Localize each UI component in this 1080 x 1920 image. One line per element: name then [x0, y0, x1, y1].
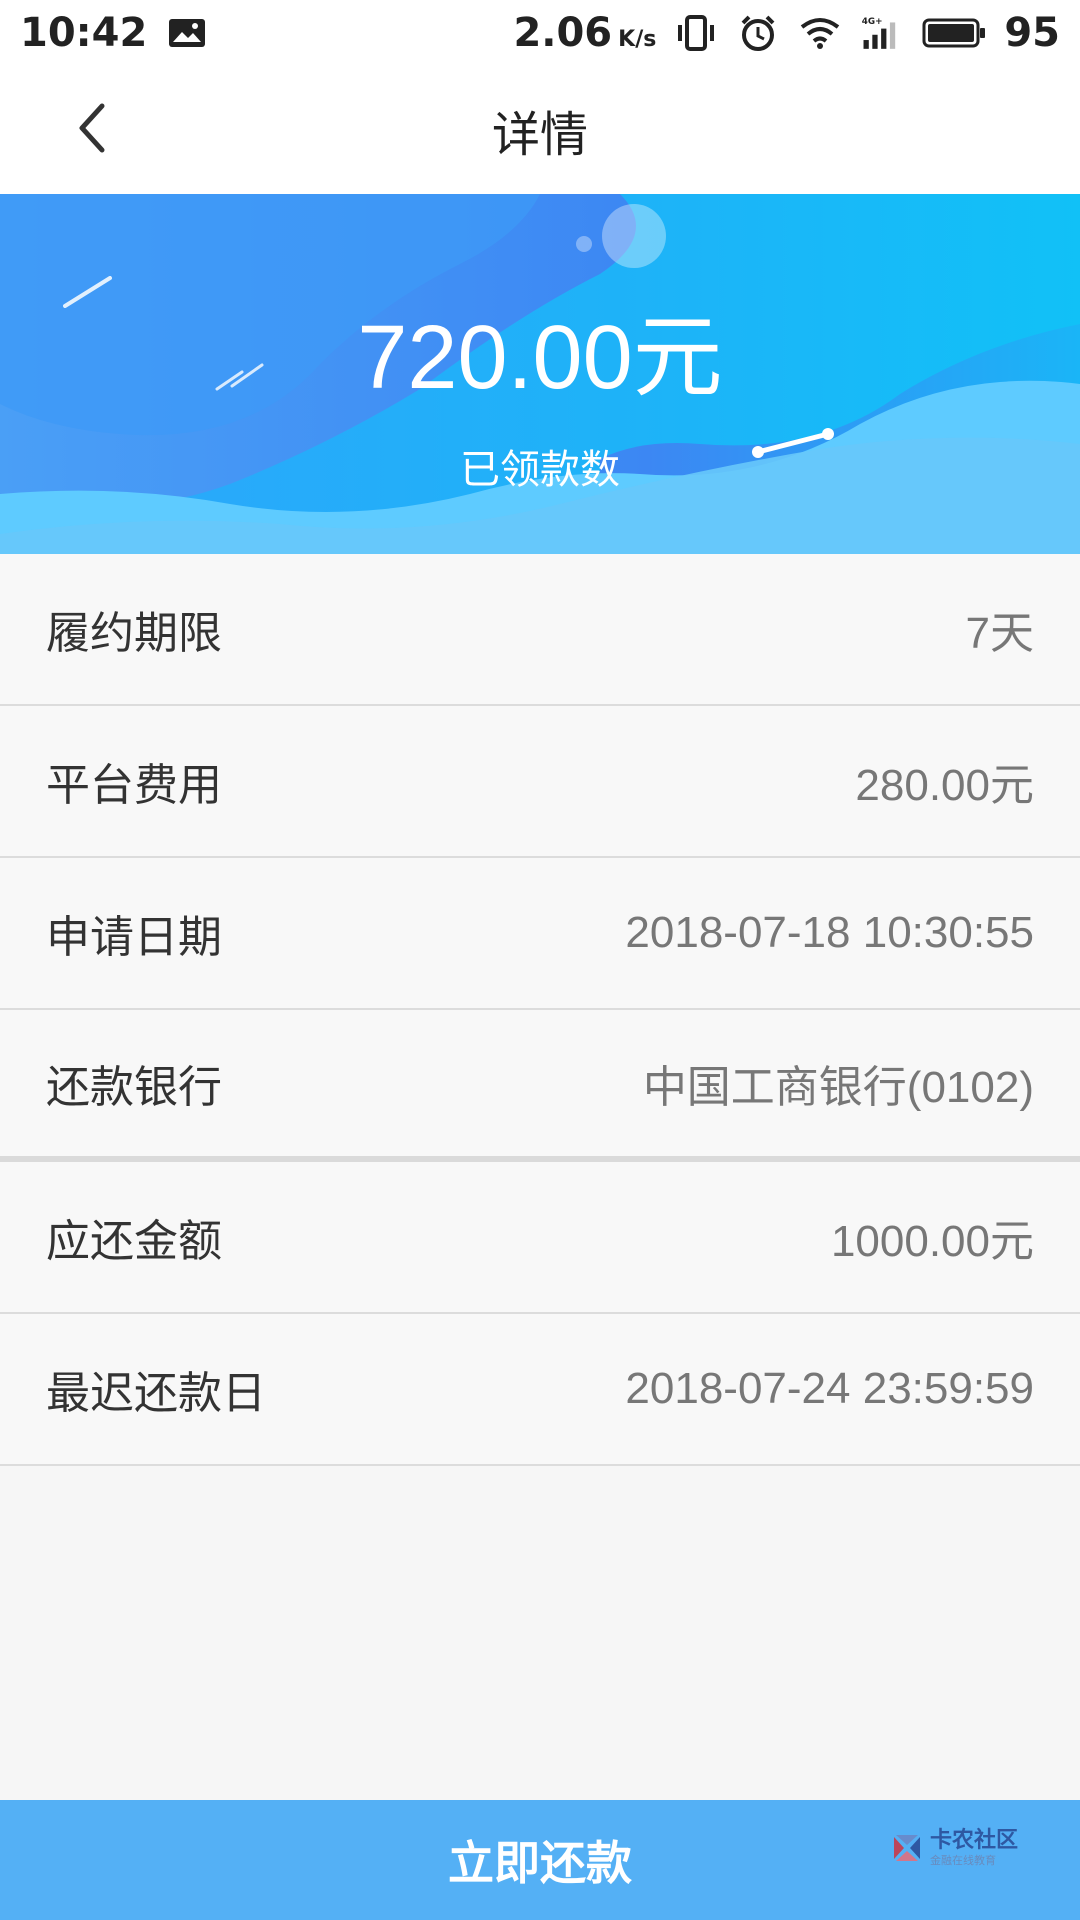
watermark-icon	[893, 1835, 920, 1861]
alarm-icon	[736, 11, 780, 55]
watermark-logo: 卡农社区 金融在线教育	[890, 1830, 1018, 1866]
detail-list: 履约期限 7天 平台费用 280.00元 申请日期 2018-07-18 10:…	[0, 554, 1080, 1466]
detail-row-platform-fee: 平台费用 280.00元	[0, 706, 1080, 858]
detail-label: 还款银行	[46, 1062, 222, 1113]
status-bar: 10:42 2.06 K/s 4G+ 95	[0, 0, 1080, 66]
detail-value: 7天	[965, 609, 1034, 658]
net-speed-value: 2.06	[513, 10, 613, 56]
status-right: 2.06 K/s 4G+ 95	[513, 10, 1060, 56]
vibrate-icon	[674, 11, 718, 55]
detail-label: 履约期限	[46, 608, 222, 659]
signal-4g-icon: 4G+	[860, 11, 904, 55]
detail-label: 平台费用	[46, 760, 222, 811]
detail-row-apply-date: 申请日期 2018-07-18 10:30:55	[0, 858, 1080, 1010]
detail-page: 10:42 2.06 K/s 4G+ 95 详情 720.00元 已领款数 履约…	[0, 0, 1080, 1920]
detail-value: 中国工商银行(0102)	[642, 1063, 1034, 1112]
detail-label: 最迟还款日	[46, 1368, 266, 1419]
detail-row-term: 履约期限 7天	[0, 554, 1080, 706]
watermark-text: 卡农社区 金融在线教育	[929, 1828, 1018, 1867]
detail-row-repay-bank: 还款银行 中国工商银行(0102)	[0, 1010, 1080, 1162]
wifi-icon	[798, 11, 842, 55]
detail-value: 2018-07-18 10:30:55	[625, 908, 1034, 957]
watermark-subtitle: 金融在线教育	[929, 1854, 996, 1867]
detail-row-due-date: 最迟还款日 2018-07-24 23:59:59	[0, 1314, 1080, 1466]
image-icon	[165, 11, 209, 55]
battery-level: 95	[1004, 10, 1060, 56]
received-amount-label: 已领款数	[460, 447, 620, 493]
detail-value: 2018-07-24 23:59:59	[625, 1364, 1034, 1413]
repay-now-label: 立即还款	[448, 1836, 632, 1890]
detail-value: 1000.00元	[830, 1217, 1034, 1266]
net-speed-unit: K/s	[618, 27, 657, 52]
battery-icon	[922, 11, 986, 55]
status-time: 10:42	[20, 10, 148, 56]
status-left: 10:42	[20, 10, 209, 56]
watermark-title: 卡农社区	[929, 1828, 1018, 1853]
nav-bar: 详情	[0, 66, 1080, 194]
detail-value: 280.00元	[855, 761, 1034, 810]
detail-row-amount-due: 应还金额 1000.00元	[0, 1162, 1080, 1314]
amount-banner: 720.00元 已领款数	[0, 194, 1080, 554]
page-title: 详情	[491, 107, 588, 163]
svg-text:4G+: 4G+	[862, 17, 883, 27]
chevron-left-icon	[79, 103, 105, 153]
back-button[interactable]	[60, 96, 124, 160]
detail-label: 应还金额	[46, 1216, 222, 1267]
net-speed: 2.06 K/s	[513, 10, 656, 56]
detail-label: 申请日期	[46, 912, 222, 963]
received-amount: 720.00元	[357, 308, 723, 408]
